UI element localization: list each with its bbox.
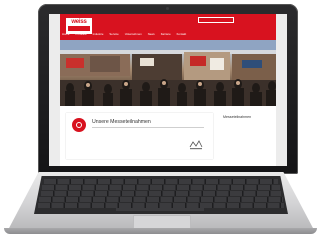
content-card: Unsere Messeteilnahmen [66,113,213,159]
sidebar-title: Messeteilnahmen [223,115,252,119]
key-row [39,197,283,202]
badge-mark [76,122,82,128]
trade-fair-scene [60,40,276,106]
screen: weiss Home Produkte Industrie Service Un… [49,14,287,166]
page-title: Unsere Messeteilnahmen [92,119,151,125]
fair-badge-icon [72,118,86,132]
divider [92,127,204,128]
spacebar [116,208,204,212]
key-row [41,191,281,196]
nav-item[interactable]: Industrie [93,31,104,37]
nav-item[interactable]: Home [62,31,69,37]
key-row [42,185,280,190]
keyboard-keys [36,178,286,212]
nav-item[interactable]: News [148,31,155,37]
webcam-icon [166,7,169,10]
nav-item[interactable]: Unternehmen [125,31,142,37]
search-input[interactable] [198,17,234,23]
laptop: weiss Home Produkte Industrie Service Un… [0,0,321,242]
laptop-front-edge [4,228,317,234]
nav-item[interactable]: Kontakt [177,31,187,37]
nav-item[interactable]: Service [109,31,118,37]
trade-fair-photo [60,40,276,106]
web-page: weiss Home Produkte Industrie Service Un… [60,14,276,166]
key-row [44,179,278,184]
nav-item[interactable]: Produkte [75,31,86,37]
main-navigation: Home Produkte Industrie Service Unterneh… [62,31,276,37]
nav-item[interactable]: Karriere [161,31,171,37]
logo-text: weiss [71,19,87,25]
key-row [38,203,284,208]
event-logo-icon [188,139,204,151]
site-header: weiss Home Produkte Industrie Service Un… [60,14,276,40]
